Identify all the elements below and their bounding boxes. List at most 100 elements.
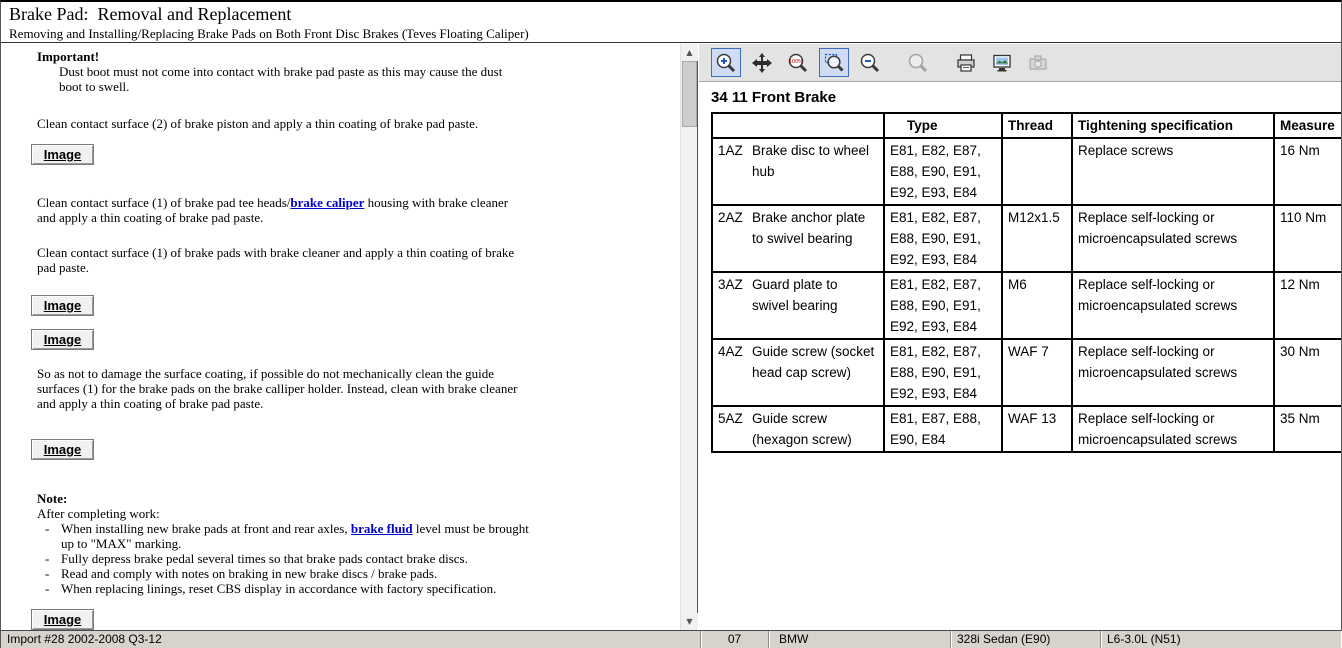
cell-type: E81, E82, E87, E88, E90, E91, E92, E93, … [884,205,1002,272]
note-item: - Fully depress brake pedal several time… [45,551,531,566]
zoom-100-icon[interactable]: 100% [783,48,813,77]
note-intro: After completing work: [37,506,680,521]
zoom-out-icon[interactable] [855,48,885,77]
page-subtitle: Removing and Installing/Replacing Brake … [9,26,1341,42]
cell-thread: M12x1.5 [1002,205,1072,272]
cell-tightening: Replace self-locking or microencapsulate… [1072,272,1274,339]
list-dash: - [45,551,61,566]
scroll-down-button[interactable]: ▼ [681,613,698,630]
row-id: 4AZ [718,341,747,383]
scrollbar-thumb[interactable] [682,61,697,127]
table-row-5az: 5AZGuide screw (hexagon screw) E81, E87,… [712,406,1341,452]
list-dash: - [45,566,61,581]
note-block: Note: After completing work: - When inst… [37,491,680,596]
cell-tightening: Replace self-locking or microencapsulate… [1072,406,1274,452]
status-import-info: Import #28 2002-2008 Q3-12 [1,631,701,648]
image-toolbar: 100% [699,44,1341,82]
print-icon[interactable] [951,48,981,77]
note-text: Read and comply with notes on braking in… [61,566,531,581]
app-window: Brake Pad: Removal and Replacement Remov… [0,0,1342,648]
procedure-pane: Important! Dust boot must not come into … [1,44,698,630]
paragraph-pads: Clean contact surface (1) of brake pads … [37,245,527,275]
status-year-code: 07 [701,631,769,648]
row-id: 3AZ [718,274,747,316]
svg-text:100%: 100% [789,59,803,65]
row-desc: Guide screw (socket head cap screw) [752,341,878,383]
image-button-2[interactable]: Image [31,295,94,316]
main-area: Important! Dust boot must not come into … [1,44,1341,630]
spec-pane: 100% [699,44,1341,630]
note-label: Note: [37,491,680,506]
note-text: When installing new brake pads at front … [61,521,531,551]
col-header-type: Type [884,113,1002,138]
row-desc: Guard plate to swivel bearing [752,274,878,316]
paragraph-piston: Clean contact surface (2) of brake pisto… [37,116,582,131]
table-row-1az: 1AZBrake disc to wheel hub E81, E82, E87… [712,138,1341,205]
image-button-5[interactable]: Image [31,609,94,630]
zoom-in-icon[interactable] [711,48,741,77]
torque-spec-table: Type Thread Tightening specification Mea… [711,112,1341,453]
table-row-3az: 3AZGuard plate to swivel bearing E81, E8… [712,272,1341,339]
note-item: - When installing new brake pads at fron… [45,521,531,551]
cell-measure: 110 Nm [1274,205,1341,272]
cell-tightening: Replace screws [1072,138,1274,205]
row-id: 1AZ [718,140,747,182]
table-row-2az: 2AZBrake anchor plate to swivel bearing … [712,205,1341,272]
cell-thread: WAF 13 [1002,406,1072,452]
cell-tightening: Replace self-locking or microencapsulate… [1072,205,1274,272]
document-header: Brake Pad: Removal and Replacement Remov… [1,2,1341,43]
important-text: Dust boot must not come into contact wit… [59,64,524,94]
camera-icon [1023,48,1053,77]
col-header-item [712,113,884,138]
col-header-thread: Thread [1002,113,1072,138]
text-run: Clean contact surface (1) of brake pad t… [37,195,290,210]
list-dash: - [45,521,61,551]
vertical-scrollbar[interactable]: ▲ ▼ [680,44,697,630]
cell-type: E81, E82, E87, E88, E90, E91, E92, E93, … [884,138,1002,205]
procedure-content: Important! Dust boot must not come into … [1,44,680,630]
page-title: Brake Pad: Removal and Replacement [9,4,1341,25]
table-row-4az: 4AZGuide screw (socket head cap screw) E… [712,339,1341,406]
row-id: 2AZ [718,207,747,249]
image-export-icon[interactable] [987,48,1017,77]
cell-thread: M6 [1002,272,1072,339]
status-model: 328i Sedan (E90) [951,631,1101,648]
col-header-tightening: Tightening specification [1072,113,1274,138]
row-desc: Brake anchor plate to swivel bearing [752,207,878,249]
paragraph-tee-heads: Clean contact surface (1) of brake pad t… [37,195,517,225]
note-list: - When installing new brake pads at fron… [37,521,680,596]
pan-icon[interactable] [747,48,777,77]
note-item: - When replacing linings, reset CBS disp… [45,581,531,596]
row-desc: Brake disc to wheel hub [752,140,878,182]
cell-type: E81, E82, E87, E88, E90, E91, E92, E93, … [884,339,1002,406]
brake-caliper-link[interactable]: brake caliper [290,195,364,210]
status-engine: L6-3.0L (N51) [1101,631,1341,648]
zoom-window-icon[interactable] [819,48,849,77]
list-dash: - [45,581,61,596]
brake-fluid-link[interactable]: brake fluid [351,521,413,536]
cell-thread: WAF 7 [1002,339,1072,406]
image-button-3[interactable]: Image [31,329,94,350]
image-button-4[interactable]: Image [31,439,94,460]
note-text: When replacing linings, reset CBS displa… [61,581,531,596]
row-desc: Guide screw (hexagon screw) [752,408,878,450]
cell-type: E81, E82, E87, E88, E90, E91, E92, E93, … [884,272,1002,339]
table-header-row: Type Thread Tightening specification Mea… [712,113,1341,138]
cell-thread [1002,138,1072,205]
cell-type: E81, E87, E88, E90, E84 [884,406,1002,452]
image-button-1[interactable]: Image [31,144,94,165]
section-title: 34 11 Front Brake [711,89,1341,106]
zoom-previous-icon [903,48,933,77]
paragraph-guide-surfaces: So as not to damage the surface coating,… [37,366,532,411]
cell-measure: 12 Nm [1274,272,1341,339]
row-id: 5AZ [718,408,747,450]
cell-measure: 16 Nm [1274,138,1341,205]
cell-tightening: Replace self-locking or microencapsulate… [1072,339,1274,406]
text-run: When installing new brake pads at front … [61,521,351,536]
spec-table-area: 34 11 Front Brake Type Thread Tightening… [699,82,1341,453]
important-label: Important! [37,49,680,64]
scroll-up-button[interactable]: ▲ [681,44,698,61]
note-item: - Read and comply with notes on braking … [45,566,531,581]
note-text: Fully depress brake pedal several times … [61,551,531,566]
status-bar: Import #28 2002-2008 Q3-12 07 BMW 328i S… [1,630,1341,648]
